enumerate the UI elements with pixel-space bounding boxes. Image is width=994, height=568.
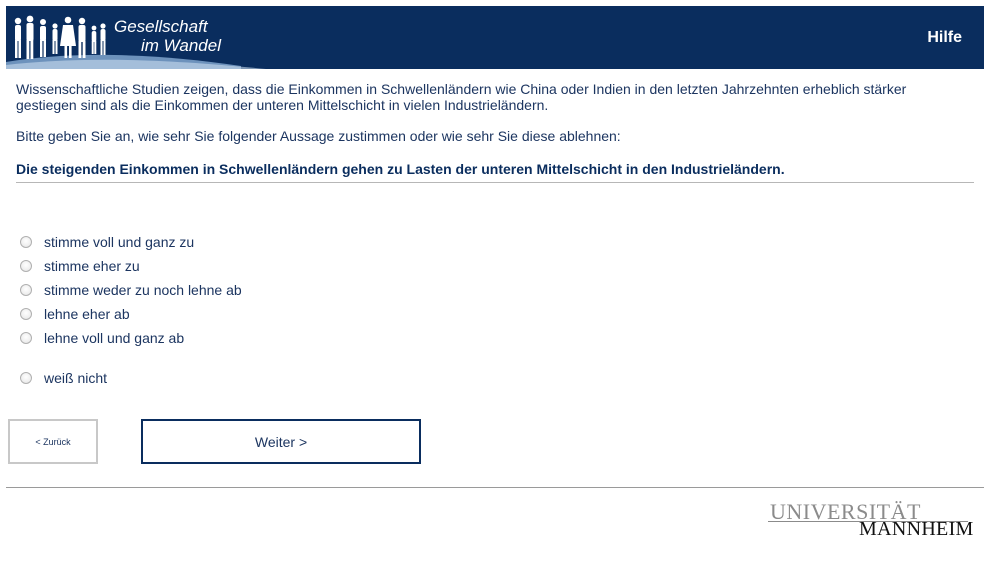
radio-button[interactable] bbox=[20, 236, 32, 248]
help-link[interactable]: Hilfe bbox=[927, 29, 962, 47]
option-label: weiß nicht bbox=[44, 370, 108, 386]
radio-button[interactable] bbox=[20, 284, 32, 296]
survey-header: Gesellschaft im Wandel Hilfe bbox=[6, 6, 984, 69]
question-instruction-text: Bitte geben Sie an, wie sehr Sie folgend… bbox=[16, 128, 621, 144]
option-label: lehne voll und ganz ab bbox=[44, 330, 185, 346]
option-label: stimme weder zu noch lehne ab bbox=[44, 282, 242, 298]
divider bbox=[16, 182, 974, 183]
university-logo-line-2: MANNHEIM bbox=[859, 518, 974, 540]
option-weiss-nicht[interactable]: weiß nicht bbox=[20, 369, 107, 387]
logo-text: Gesellschaft im Wandel bbox=[114, 17, 221, 55]
logo-line-2: im Wandel bbox=[141, 36, 221, 55]
radio-button[interactable] bbox=[20, 260, 32, 272]
radio-button[interactable] bbox=[20, 372, 32, 384]
option-stimme-voll-und-ganz-zu[interactable]: stimme voll und ganz zu bbox=[20, 233, 194, 251]
option-lehne-voll-und-ganz-ab[interactable]: lehne voll und ganz ab bbox=[20, 329, 184, 347]
university-logo: UNIVERSITÄT MANNHEIM bbox=[768, 500, 973, 542]
option-lehne-eher-ab[interactable]: lehne eher ab bbox=[20, 305, 130, 323]
question-intro-text: Wissenschaftliche Studien zeigen, dass d… bbox=[16, 81, 907, 113]
question-statement: Die steigenden Einkommen in Schwellenlän… bbox=[16, 161, 785, 177]
option-label: stimme eher zu bbox=[44, 258, 140, 274]
footer-divider bbox=[6, 487, 984, 488]
back-button[interactable]: < Zurück bbox=[8, 419, 98, 464]
option-label: lehne eher ab bbox=[44, 306, 130, 322]
radio-button[interactable] bbox=[20, 332, 32, 344]
option-label: stimme voll und ganz zu bbox=[44, 234, 195, 250]
radio-button[interactable] bbox=[20, 308, 32, 320]
option-stimme-eher-zu[interactable]: stimme eher zu bbox=[20, 257, 140, 275]
next-button[interactable]: Weiter > bbox=[141, 419, 421, 464]
logo-line-1: Gesellschaft bbox=[114, 17, 208, 36]
option-stimme-weder-zu-noch-lehne-ab[interactable]: stimme weder zu noch lehne ab bbox=[20, 281, 242, 299]
